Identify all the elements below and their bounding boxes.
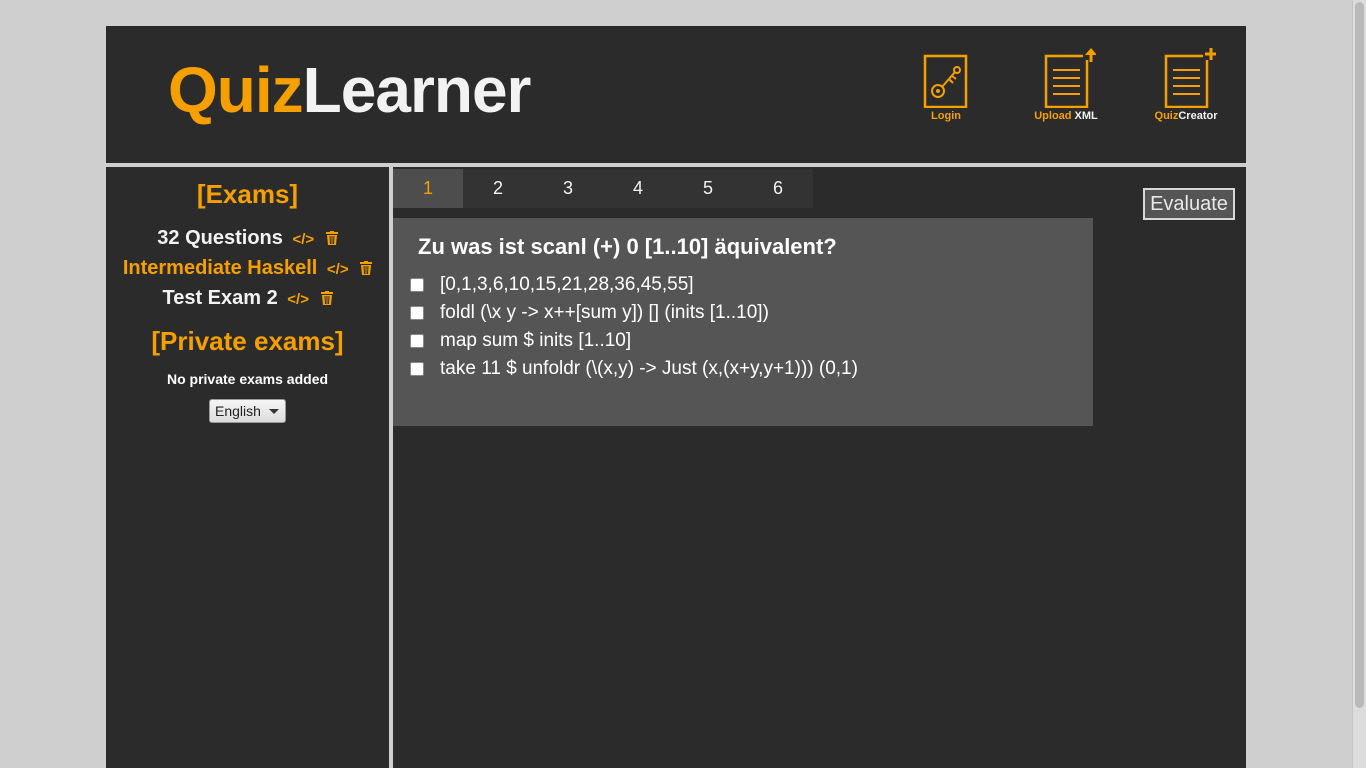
private-exams-title: [Private exams] (151, 326, 344, 356)
exam-link[interactable]: 32 Questions (157, 227, 283, 249)
exam-item: Test Exam 2 </> (106, 284, 389, 314)
language-select[interactable]: English (209, 399, 286, 423)
evaluate-button[interactable]: Evaluate (1143, 188, 1235, 220)
logo-quiz: Quiz (168, 54, 304, 126)
answer-option: foldl (\x y -> x++[sum y]) [] (inits [1.… (410, 299, 769, 327)
language-value: English (215, 403, 261, 419)
scrollbar-thumb[interactable] (1355, 2, 1364, 708)
quiz-label: Quiz (1154, 110, 1179, 122)
answer-checkbox[interactable] (410, 334, 424, 348)
chevron-down-icon (269, 409, 279, 414)
page: QuizLearner Login Upload XML QuizCreator… (106, 26, 1246, 768)
question-text: Zu was ist scanl (+) 0 [1..10] äquivalen… (418, 234, 837, 259)
tab-question-2[interactable]: 2 (463, 169, 533, 208)
code-icon[interactable]: </> (292, 231, 314, 248)
trash-icon[interactable] (320, 285, 333, 313)
answer-checkbox[interactable] (410, 306, 424, 320)
logo[interactable]: QuizLearner (168, 54, 532, 126)
exam-item: 32 Questions </> (106, 224, 389, 254)
tab-question-3[interactable]: 3 (533, 169, 603, 208)
tab-question-5[interactable]: 5 (673, 169, 743, 208)
answer-option: [0,1,3,6,10,15,21,28,36,45,55] (410, 271, 694, 299)
answer-checkbox[interactable] (410, 278, 424, 292)
trash-icon[interactable] (360, 255, 373, 283)
vertical-scrollbar[interactable] (1352, 0, 1366, 768)
trash-icon[interactable] (325, 225, 338, 253)
login-label: Login (931, 110, 961, 122)
answer-checkbox[interactable] (410, 362, 424, 376)
answer-label[interactable]: foldl (\x y -> x++[sum y]) [] (inits [1.… (440, 302, 769, 324)
upload-label: Upload (1034, 110, 1072, 122)
new-document-icon (1164, 48, 1216, 108)
answer-label[interactable]: [0,1,3,6,10,15,21,28,36,45,55] (440, 274, 694, 296)
no-private-exams-text: No private exams added (166, 371, 329, 387)
tab-question-1[interactable]: 1 (393, 169, 463, 208)
question-panel: Zu was ist scanl (+) 0 [1..10] äquivalen… (393, 218, 1093, 426)
header: QuizLearner Login Upload XML QuizCreator (106, 26, 1246, 163)
answer-label[interactable]: take 11 $ unfoldr (\(x,y) -> Just (x,(x+… (440, 358, 858, 380)
tab-question-6[interactable]: 6 (743, 169, 813, 208)
exams-title: [Exams] (196, 179, 299, 209)
code-icon[interactable]: </> (287, 291, 309, 308)
exam-link[interactable]: Test Exam 2 (162, 287, 277, 309)
answer-label[interactable]: map sum $ inits [1..10] (440, 330, 631, 352)
tab-question-4[interactable]: 4 (603, 169, 673, 208)
login-button[interactable]: Login (901, 48, 991, 148)
answer-option: take 11 $ unfoldr (\(x,y) -> Just (x,(x+… (410, 355, 858, 383)
sidebar: [Exams] 32 Questions </> Intermediate Ha… (106, 167, 389, 768)
upload-document-icon (1044, 48, 1096, 108)
logo-learner: Learner (302, 54, 532, 126)
upload-xml-button[interactable]: Upload XML (1021, 48, 1111, 148)
exam-item: Intermediate Haskell </> (106, 254, 389, 284)
code-icon[interactable]: </> (327, 261, 349, 278)
quiz-creator-button[interactable]: QuizCreator (1141, 48, 1231, 148)
question-tabs: 1 2 3 4 5 6 (393, 169, 813, 208)
answer-option: map sum $ inits [1..10] (410, 327, 631, 355)
key-document-icon (923, 54, 968, 108)
exam-link[interactable]: Intermediate Haskell (123, 257, 318, 279)
